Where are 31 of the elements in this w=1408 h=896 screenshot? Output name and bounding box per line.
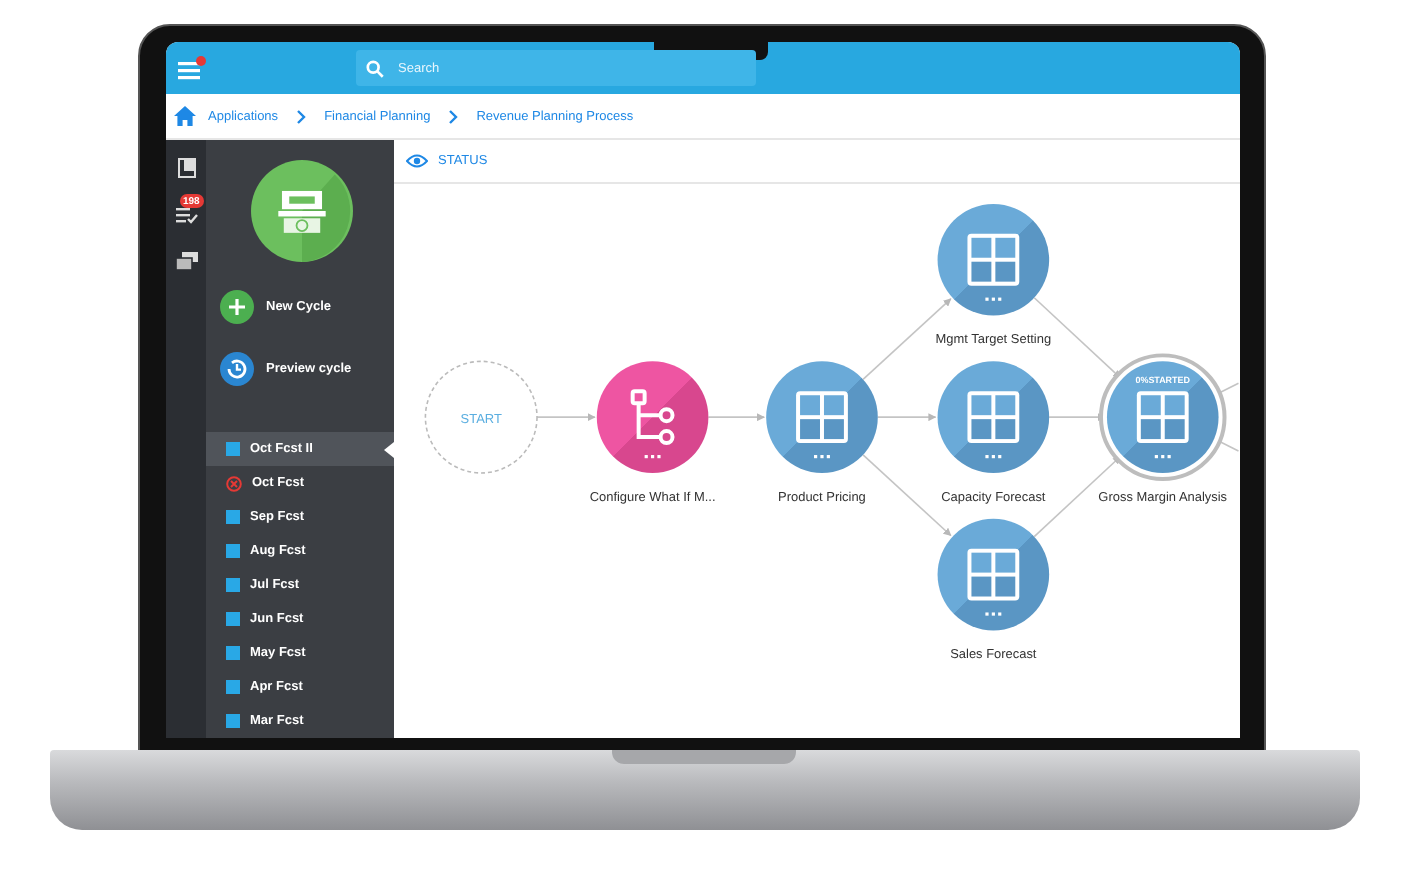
selection-pointer xyxy=(384,442,394,458)
square-icon xyxy=(226,680,240,694)
square-icon xyxy=(226,442,240,456)
square-icon xyxy=(226,612,240,626)
chevron-icon xyxy=(296,109,307,123)
connector-arrow xyxy=(707,413,765,422)
cash-register-logo xyxy=(246,160,358,262)
plus-icon[interactable] xyxy=(220,290,254,324)
square-icon xyxy=(226,646,240,660)
square-icon xyxy=(226,510,240,524)
grid-icon xyxy=(796,391,848,444)
chevron-icon xyxy=(448,109,459,123)
menu-icon[interactable] xyxy=(178,56,206,80)
connector-arrow xyxy=(536,413,596,422)
error-icon xyxy=(226,475,242,491)
home-icon[interactable] xyxy=(174,106,196,126)
history-icon[interactable] xyxy=(220,352,254,386)
grid-icon xyxy=(1136,391,1189,444)
eye-icon xyxy=(406,154,428,168)
square-icon xyxy=(226,578,240,592)
scenario-node[interactable] xyxy=(596,361,709,473)
square-icon xyxy=(226,714,240,728)
connector-arrow xyxy=(877,413,937,422)
grid-icon xyxy=(967,233,1020,286)
square-icon xyxy=(226,544,240,558)
grid-icon xyxy=(967,391,1020,444)
cards-icon[interactable] xyxy=(175,252,197,270)
grid-icon xyxy=(967,548,1020,601)
checklist-icon[interactable] xyxy=(175,206,197,224)
branch-icon xyxy=(630,389,675,446)
book-icon[interactable] xyxy=(177,158,195,178)
